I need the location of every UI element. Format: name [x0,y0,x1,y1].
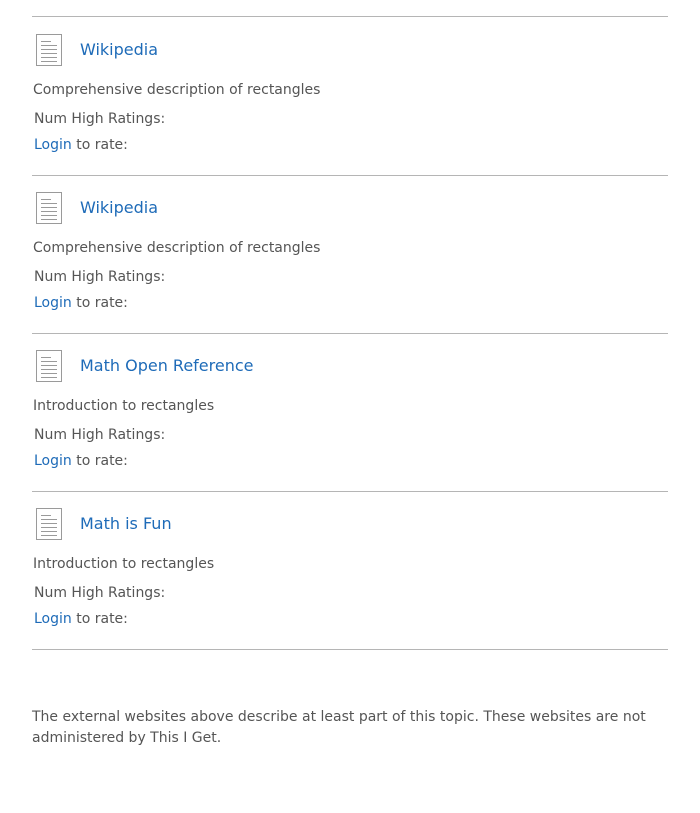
rate-suffix: to rate: [71,611,128,627]
rate-suffix: to rate: [71,453,128,469]
login-link[interactable]: Login [34,295,72,311]
login-link[interactable]: Login [34,137,72,153]
external-sites-disclaimer: The external websites above describe at … [32,709,646,746]
num-high-ratings-label: Num High Ratings: [34,111,166,127]
document-icon [36,350,62,382]
num-high-ratings-label: Num High Ratings: [34,427,166,443]
document-icon [36,508,62,540]
document-icon [36,192,62,224]
num-high-ratings-label: Num High Ratings: [34,269,166,285]
rate-line: Login to rate: [34,452,128,470]
resource-description: Introduction to rectangles [33,556,215,572]
login-link[interactable]: Login [34,611,72,627]
resource-title-link[interactable]: Math Open Reference [80,356,254,376]
document-icon [36,34,62,66]
resource-item: Wikipedia Comprehensive description of r… [32,17,668,176]
resource-title-link[interactable]: Wikipedia [80,40,158,60]
resource-title-link[interactable]: Wikipedia [80,198,158,218]
resource-description: Comprehensive description of rectangles [33,240,321,256]
rate-line: Login to rate: [34,294,128,312]
resource-item: Math Open Reference Introduction to rect… [32,333,668,492]
rate-suffix: to rate: [71,137,128,153]
resource-description: Comprehensive description of rectangles [33,82,321,98]
resource-title-link[interactable]: Math is Fun [80,514,172,534]
rate-suffix: to rate: [71,295,128,311]
num-high-ratings-label: Num High Ratings: [34,585,166,601]
login-link[interactable]: Login [34,453,72,469]
rate-line: Login to rate: [34,136,128,154]
rate-line: Login to rate: [34,610,128,628]
resource-item: Wikipedia Comprehensive description of r… [32,175,668,334]
resource-description: Introduction to rectangles [33,398,215,414]
resource-item: Math is Fun Introduction to rectangles N… [32,491,668,650]
